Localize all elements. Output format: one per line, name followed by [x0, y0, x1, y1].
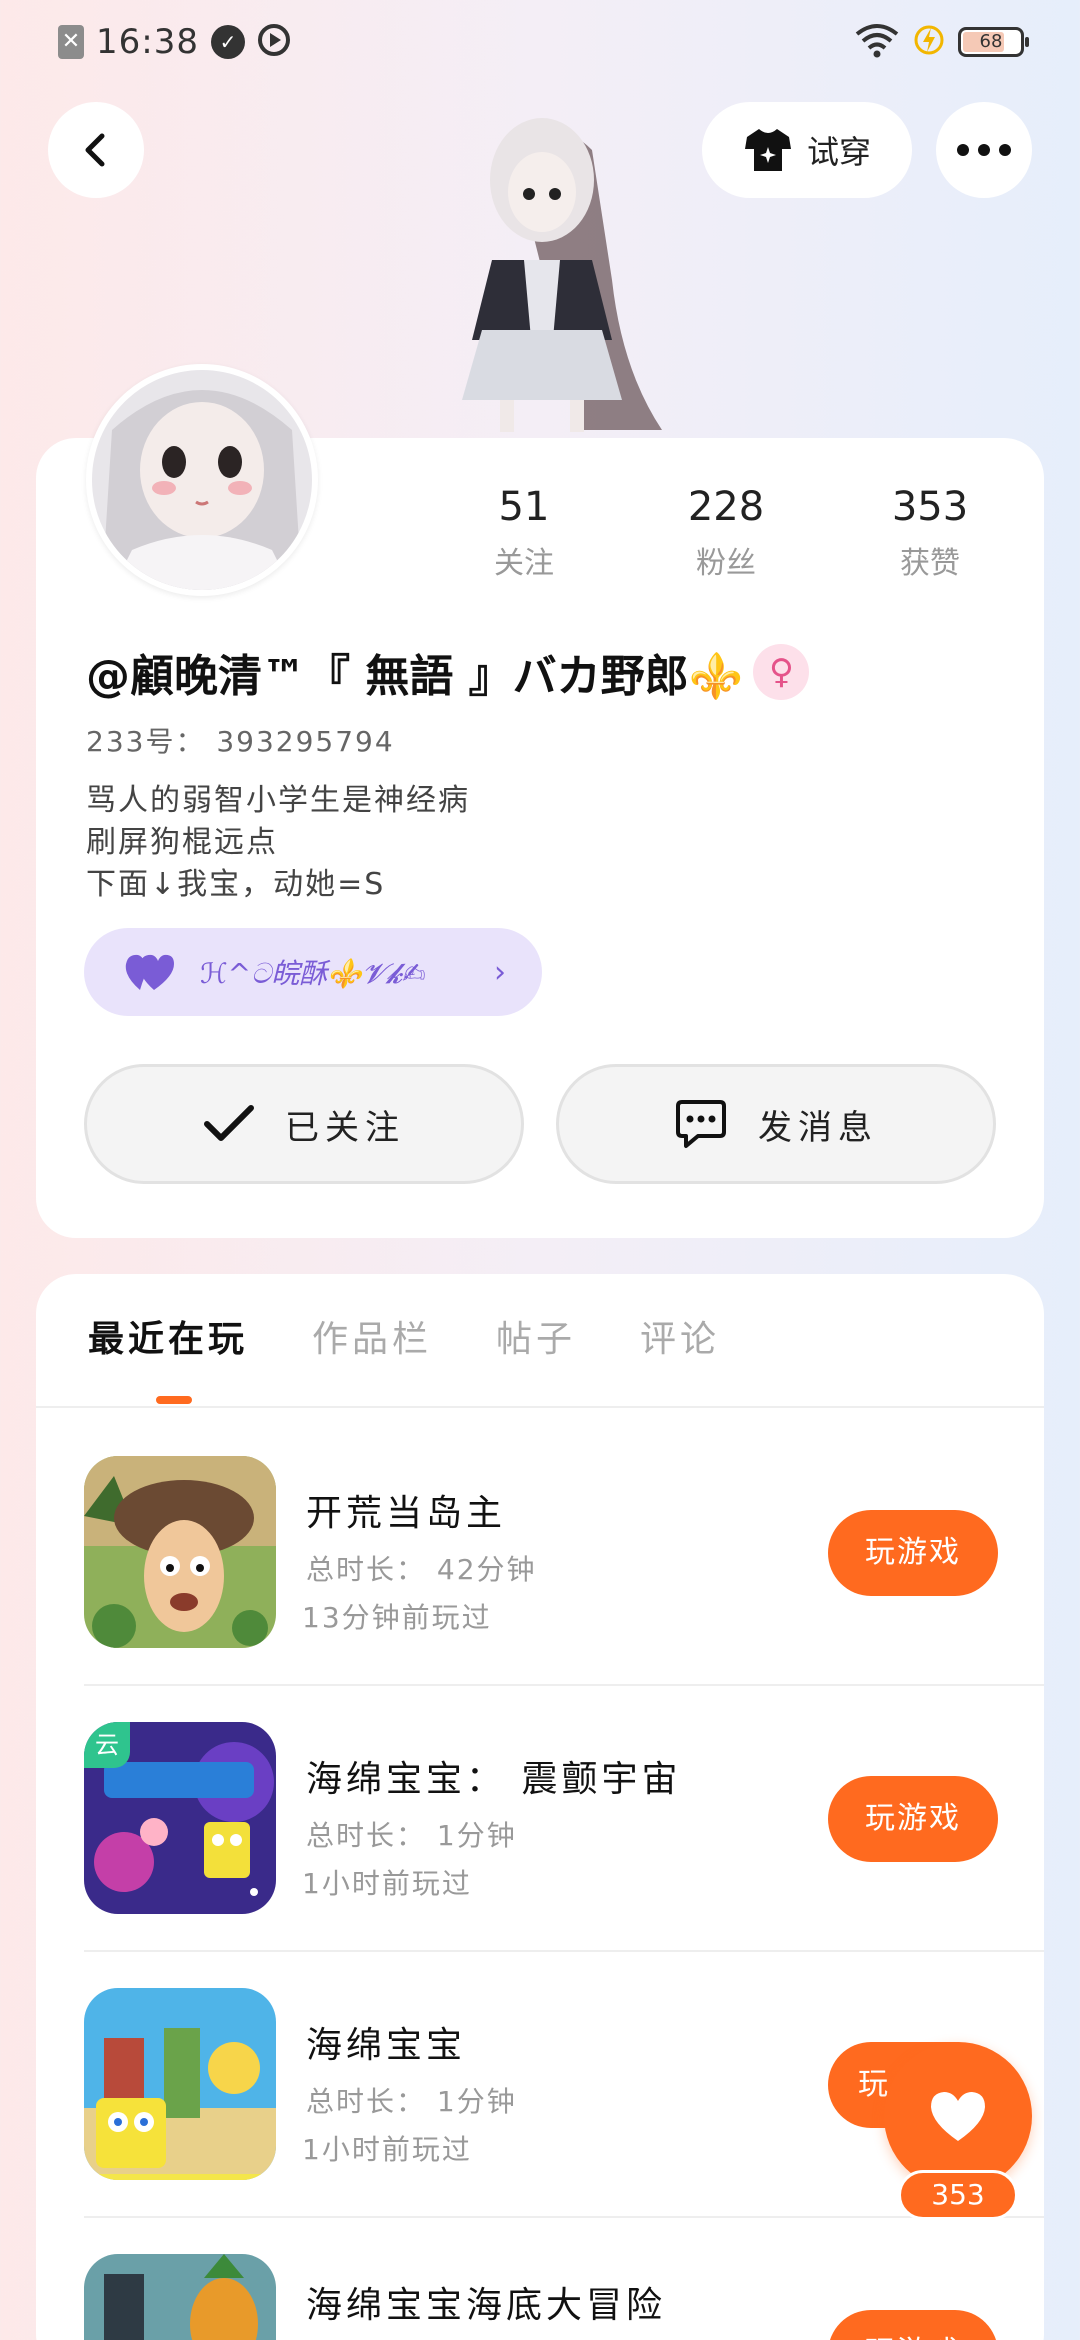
status-right: 68 — [854, 20, 1029, 64]
game-thumbnail — [84, 1456, 276, 1648]
fans-label: 粉丝 — [696, 546, 756, 581]
chat-bubble-icon — [676, 1100, 726, 1148]
check-icon — [204, 1105, 254, 1141]
more-button[interactable] — [936, 102, 1032, 198]
more-dots-icon — [957, 144, 1011, 156]
status-bar: ✕ 16:38 ✓ 68 — [0, 0, 1080, 84]
fan-badge-label: ℋ^ට皖酥⚜️𝓥𝓴✍ — [200, 957, 426, 990]
nickname-row: @顧晚清™『 無語 』バカ野郎⚜️ ♀ — [86, 640, 810, 704]
double-heart-icon — [125, 954, 174, 990]
chevron-right-icon: › — [494, 954, 506, 990]
chevron-left-icon — [85, 133, 105, 167]
follow-button[interactable]: 已关注 — [84, 1064, 524, 1184]
game-last-played: 1小时前玩过 — [302, 1867, 472, 1900]
like-button[interactable] — [884, 2042, 1032, 2190]
back-button[interactable] — [48, 102, 144, 198]
following-count: 51 — [498, 484, 550, 530]
female-gender-icon: ♀ — [753, 644, 810, 700]
bio-line: 骂人的弱智小学生是神经病 — [86, 783, 470, 818]
charging-icon — [914, 22, 944, 62]
game-thumbnail: 云 — [84, 1722, 276, 1914]
battery-level: 68 — [979, 31, 1003, 52]
divider — [36, 1406, 1044, 1408]
tshirt-icon — [744, 129, 791, 171]
user-id: 233号： 393295794 — [86, 725, 395, 758]
avatar-figure-image — [412, 110, 672, 440]
bio-line: 刷屏狗棍远点 — [86, 825, 278, 860]
likes-label: 获赞 — [900, 546, 960, 581]
tab-works[interactable]: 作品栏 — [312, 1310, 432, 1362]
game-title: 开荒当岛主 — [306, 1493, 507, 1534]
wifi-icon — [854, 22, 900, 62]
following-label: 关注 — [494, 546, 554, 581]
status-left: ✕ 16:38 ✓ — [58, 22, 291, 62]
tab-posts[interactable]: 帖子 — [496, 1310, 576, 1362]
divider — [84, 2216, 1044, 2218]
play-game-button[interactable]: 玩游戏 — [828, 1510, 998, 1596]
divider — [84, 1950, 1044, 1952]
stat-following[interactable]: 51 关注 — [444, 484, 604, 582]
play-game-button[interactable]: 玩游戏 — [828, 1776, 998, 1862]
notification-x-icon: ✕ — [58, 25, 84, 59]
game-duration: 总时长： 1分钟 — [306, 2085, 517, 2118]
game-duration: 总时长： 42分钟 — [306, 1553, 537, 1586]
likes-count: 353 — [891, 484, 969, 530]
try-on-button[interactable]: 试穿 — [702, 102, 912, 198]
game-title: 海绵宝宝 — [306, 2025, 467, 2066]
message-button[interactable]: 发消息 — [556, 1064, 996, 1184]
tab-bar: 最近在玩 作品栏 帖子 评论 — [88, 1310, 720, 1362]
battery-indicator: 68 — [958, 27, 1029, 57]
game-title: 海绵宝宝： 震颤宇宙 — [306, 1759, 682, 1800]
game-last-played: 1小时前玩过 — [302, 2133, 472, 2166]
game-thumbnail — [84, 2254, 276, 2340]
nickname: @顧晚清™『 無語 』バカ野郎⚜️ — [86, 651, 744, 702]
status-time: 16:38 — [96, 22, 199, 62]
like-count-badge: 353 — [898, 2170, 1018, 2220]
game-thumbnail — [84, 1988, 276, 2180]
divider — [84, 1684, 1044, 1686]
game-row[interactable]: 云 海绵宝宝： 震颤宇宙 总时长： 1分钟 1小时前玩过 玩游戏 — [84, 1722, 1044, 1988]
stat-likes[interactable]: 353 获赞 — [850, 484, 1010, 582]
game-duration: 总时长： 1分钟 — [306, 1819, 517, 1852]
game-row[interactable]: 海绵宝宝海底大冒险 玩游戏 — [84, 2254, 1044, 2340]
game-title: 海绵宝宝海底大冒险 — [306, 2285, 667, 2326]
play-status-icon — [257, 23, 291, 61]
avatar[interactable] — [86, 364, 318, 596]
cloud-tag: 云 — [84, 1722, 130, 1768]
try-on-label: 试穿 — [806, 133, 871, 171]
message-label: 发消息 — [758, 1107, 878, 1148]
fans-count: 228 — [687, 484, 765, 530]
follow-label: 已关注 — [285, 1107, 405, 1148]
stat-fans[interactable]: 228 粉丝 — [646, 484, 806, 582]
play-game-button[interactable]: 玩游戏 — [828, 2310, 998, 2340]
bio: 骂人的弱智小学生是神经病 刷屏狗棍远点 下面↓我宝，动她=S — [86, 780, 470, 906]
game-row[interactable]: 开荒当岛主 总时长： 42分钟 13分钟前玩过 玩游戏 — [84, 1456, 1044, 1722]
fan-badge[interactable]: ℋ^ට皖酥⚜️𝓥𝓴✍ › — [84, 928, 542, 1016]
check-status-icon: ✓ — [210, 25, 245, 59]
bio-line: 下面↓我宝，动她=S — [86, 867, 386, 902]
tab-comments[interactable]: 评论 — [640, 1310, 720, 1362]
tab-recently-played[interactable]: 最近在玩 — [88, 1310, 248, 1362]
tab-indicator — [156, 1396, 192, 1404]
heart-icon — [931, 2092, 985, 2141]
game-last-played: 13分钟前玩过 — [302, 1601, 492, 1634]
